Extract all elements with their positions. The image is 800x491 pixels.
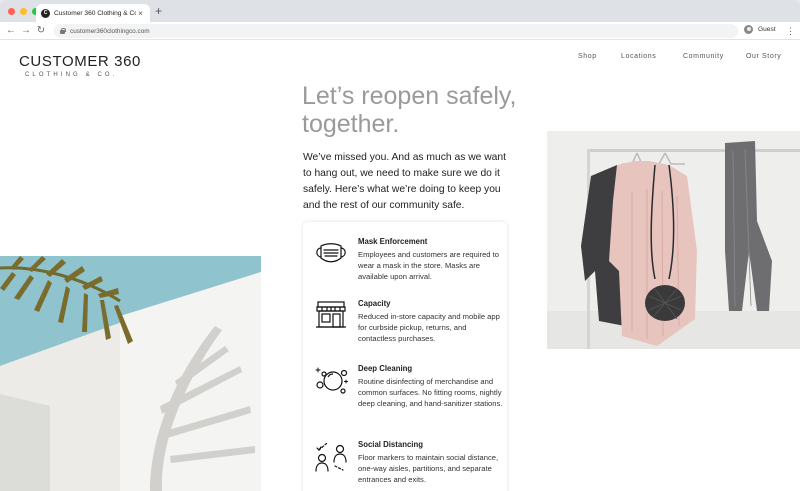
policy-title: Mask Enforcement: [358, 237, 428, 246]
window-controls: [8, 8, 39, 15]
policy-text: Deep Cleaning Routine disinfecting of me…: [358, 364, 503, 409]
lock-icon: [60, 28, 66, 34]
policy-description: Floor markers to maintain social distanc…: [358, 453, 499, 484]
tab-bar: C Customer 360 Clothing & Co. × +: [0, 0, 800, 22]
back-button[interactable]: ←: [5, 24, 17, 38]
hero-body: We’ve missed you. And as much as we want…: [303, 152, 506, 211]
nav-link-community[interactable]: Community: [683, 53, 724, 60]
policy-text: Social Distancing Floor markers to maint…: [358, 440, 503, 485]
address-bar[interactable]: customer360clothingco.com: [54, 24, 738, 38]
tab-close-icon[interactable]: ×: [136, 9, 145, 18]
policy-title: Deep Cleaning: [358, 364, 413, 373]
nav-link-our-story[interactable]: Our Story: [746, 53, 781, 60]
site-nav: Shop Locations Community Our Story: [0, 53, 800, 63]
tab-title: Customer 360 Clothing & Co.: [54, 9, 136, 17]
browser-menu-icon[interactable]: ⋮: [786, 24, 795, 38]
web-page: CUSTOMER 360 CLOTHING & CO. Shop Locatio…: [0, 40, 800, 491]
clothing-rack-photo: [547, 131, 800, 349]
url-text: customer360clothingco.com: [70, 27, 150, 35]
profile-button[interactable]: Guest: [744, 25, 776, 34]
close-window-button[interactable]: [8, 8, 15, 15]
browser-tab[interactable]: C Customer 360 Clothing & Co. ×: [36, 4, 150, 22]
hero-title: Let’s reopen safely, together.: [302, 82, 542, 138]
policy-description: Routine disinfecting of merchandise and …: [358, 377, 503, 408]
browser-window: C Customer 360 Clothing & Co. × + ← → ↻ …: [0, 0, 800, 491]
social-distance-icon: [315, 442, 347, 472]
hero-title-line-2: together.: [302, 110, 400, 138]
policy-text: Mask Enforcement Employees and customers…: [358, 237, 503, 282]
browser-toolbar: ← → ↻ customer360clothingco.com Guest ⋮: [0, 22, 800, 40]
nav-link-locations[interactable]: Locations: [621, 53, 656, 60]
policy-title: Capacity: [358, 299, 391, 308]
mask-icon: [316, 243, 346, 263]
storefront-icon: [316, 301, 346, 328]
new-tab-button[interactable]: +: [155, 4, 162, 18]
site-favicon-icon: C: [41, 8, 50, 18]
cleaning-bubbles-icon: [315, 367, 348, 394]
policy-description: Reduced in-store capacity and mobile app…: [358, 312, 500, 343]
nav-link-shop[interactable]: Shop: [578, 53, 597, 60]
minimize-window-button[interactable]: [20, 8, 27, 15]
policy-description: Employees and customers are required to …: [358, 250, 499, 281]
policy-text: Capacity Reduced in-store capacity and m…: [358, 299, 503, 344]
safety-policies-card: Mask Enforcement Employees and customers…: [303, 222, 507, 491]
forward-button[interactable]: →: [20, 24, 32, 38]
profile-label: Guest: [758, 26, 776, 33]
reload-button[interactable]: ↻: [35, 24, 47, 38]
hero-title-line-1: Let’s reopen safely,: [302, 82, 517, 110]
policy-title: Social Distancing: [358, 440, 423, 449]
profile-icon: [744, 25, 753, 34]
logo-sub-text: CLOTHING & CO.: [25, 72, 118, 78]
palm-shadow-photo: [0, 256, 261, 491]
